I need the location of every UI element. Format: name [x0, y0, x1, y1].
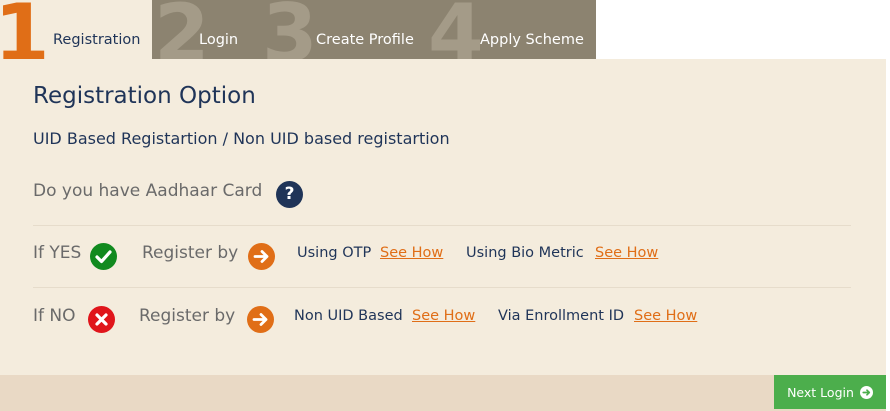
tab-label: Login — [199, 32, 239, 48]
tab-login[interactable]: 2 Login — [152, 0, 260, 59]
see-how-otp-link[interactable]: See How — [380, 245, 443, 261]
page-subtitle: UID Based Registartion / Non UID based r… — [33, 129, 450, 148]
tab-registration[interactable]: 1 Registration — [0, 0, 152, 59]
option-using-otp: Using OTP — [297, 245, 372, 261]
option-enrollment-id: Via Enrollment ID — [498, 308, 625, 324]
tab-apply-scheme[interactable]: 4 Apply Scheme — [426, 0, 596, 59]
see-how-enrollment-link[interactable]: See How — [634, 308, 697, 324]
divider — [33, 287, 851, 288]
option-non-uid: Non UID Based — [294, 308, 403, 324]
next-login-label: Next Login — [787, 384, 854, 400]
cross-circle-icon — [88, 306, 115, 333]
register-by-label: Register by — [142, 243, 239, 263]
arrow-circle-right-icon — [248, 243, 275, 270]
page-title: Registration Option — [33, 83, 256, 109]
tab-step-number: 2 — [154, 0, 210, 59]
divider — [33, 225, 851, 226]
see-how-non-uid-link[interactable]: See How — [412, 308, 475, 324]
see-how-biometric-link[interactable]: See How — [595, 245, 658, 261]
question-circle-icon[interactable]: ? — [276, 181, 303, 208]
tab-label: Registration — [53, 32, 141, 48]
tab-create-profile[interactable]: 3 Create Profile — [260, 0, 426, 59]
if-no-label: If NO — [33, 306, 76, 326]
tab-label: Apply Scheme — [480, 32, 584, 48]
tab-step-number: 4 — [428, 0, 484, 59]
aadhaar-question: Do you have Aadhaar Card — [33, 181, 263, 201]
step-tabs: 1 Registration 2 Login 3 Create Profile … — [0, 0, 596, 59]
next-login-button[interactable]: Next Login — [774, 375, 886, 409]
arrow-circle-right-icon — [247, 306, 274, 333]
tab-label: Create Profile — [316, 32, 414, 48]
check-circle-icon — [90, 243, 117, 270]
tab-step-number: 3 — [262, 0, 318, 59]
if-yes-label: If YES — [33, 243, 82, 263]
register-by-label: Register by — [139, 306, 236, 326]
footer-bar — [0, 375, 886, 411]
option-bio-metric: Using Bio Metric — [466, 245, 584, 261]
registration-panel: Registration Option UID Based Registarti… — [0, 59, 886, 375]
arrow-circle-right-icon — [859, 385, 873, 399]
tab-step-number: 1 — [0, 0, 50, 59]
